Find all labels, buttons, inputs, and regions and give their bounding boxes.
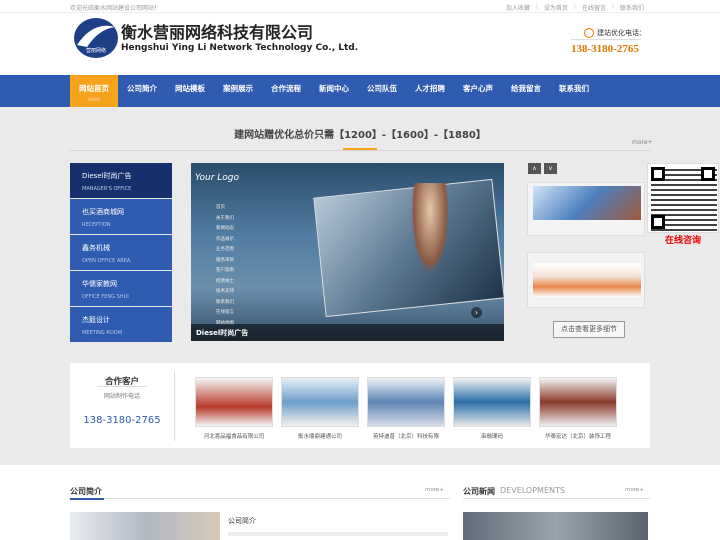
hotline-label: 建站优化电话： [597, 29, 646, 37]
nav-item-message[interactable]: 给我留言 [502, 75, 550, 107]
news-section-subtitle: DEVELOPMENTS [500, 486, 565, 495]
nav-item-testimonials[interactable]: 客户心声 [454, 75, 502, 107]
case-menu-item[interactable]: 鑫务机械 OPEN OFFICE AREA [70, 235, 172, 271]
slogan-divider [70, 150, 650, 151]
partner-item[interactable]: 河北喜品福食品有限公司 [195, 377, 273, 440]
slide-logo-text: Your Logo [195, 173, 240, 183]
banner-more-link[interactable]: more+ [632, 139, 653, 146]
slogan-underline [343, 148, 377, 150]
view-more-button[interactable]: 点击查看更多细节 [553, 321, 625, 338]
case-menu-item[interactable]: 也买酒商城网 RECEPTION [70, 199, 172, 235]
svg-text:营丽网络: 营丽网络 [86, 47, 106, 54]
hotline-phone: 138-3180-2765 [571, 43, 639, 55]
nav-item-process[interactable]: 合作流程 [262, 75, 310, 107]
case-menu-item[interactable]: Diesel时尚广告 MANAGER'S OFFICE [70, 163, 172, 199]
case-thumbnail[interactable] [527, 182, 645, 236]
slide-next-arrow-icon[interactable]: › [471, 307, 482, 318]
feature-slide[interactable]: Your Logo 首页 关于我们 新闻动态 作品展示 业务范围 服务项目 客户案例 招贤纳士… [191, 163, 504, 341]
news-image [463, 512, 648, 540]
chevron-up-icon[interactable]: ∧ [528, 163, 541, 174]
nav-item-team[interactable]: 公司队伍 [358, 75, 406, 107]
slide-menu-list: 首页 关于我们 新闻动态 作品展示 业务范围 服务项目 客户案例 招贤纳士 技术支持 联系我们 在线… [216, 205, 234, 326]
partners-section: 合作客户 网站制作电话 138-3180-2765 河北喜品福食品有限公司 衡水… [70, 363, 650, 448]
qr-consult-label[interactable]: 在线咨询 [647, 233, 719, 246]
case-menu-item[interactable]: 杰毅设计 MEETING ROOM [70, 307, 172, 343]
slide-person-image [411, 183, 449, 273]
qr-code [647, 163, 719, 233]
partner-item[interactable]: 华泰宏达（北京）装饰工程 [539, 377, 617, 440]
welcome-text: 欢迎光临衡水网站建设公司网站！ [70, 5, 161, 12]
about-image [70, 512, 220, 540]
case-menu-item[interactable]: 华儒家教网 OFFICE FENG SHUI [70, 271, 172, 307]
case-menu: Diesel时尚广告 MANAGER'S OFFICE 也买酒商城网 RECEPTI… [70, 163, 172, 343]
thumb-nav: ∧ ∨ [528, 163, 557, 174]
nav-item-cases[interactable]: 案例展示 [214, 75, 262, 107]
top-links: 加入收藏 | 设为首页 | 在线留言 | 联系我们 [500, 3, 650, 12]
slogan: 建网站赠优化总价只需【1200】-【1600】-【1880】 [234, 130, 486, 141]
set-homepage-link[interactable]: 设为首页 [538, 3, 574, 12]
company-logo[interactable]: 营丽网络 [73, 17, 119, 59]
main-nav: 网站首页 HOME 公司简介 网站模板 案例展示 合作流程 新闻中心 公司队伍 人… [0, 75, 720, 107]
chevron-down-icon[interactable]: ∨ [544, 163, 557, 174]
contact-us-link[interactable]: 联系我们 [614, 3, 650, 12]
top-bar: 欢迎光临衡水网站建设公司网站！ 加入收藏 | 设为首页 | 在线留言 | 联系我… [0, 0, 720, 13]
nav-item-about[interactable]: 公司简介 [118, 75, 166, 107]
partner-item[interactable]: 串融珊码 [453, 377, 531, 440]
news-more-link[interactable]: more+ [625, 487, 644, 493]
add-favorite-link[interactable]: 加入收藏 [500, 3, 536, 12]
case-thumbnail[interactable] [527, 252, 645, 308]
nav-item-home[interactable]: 网站首页 HOME [70, 75, 118, 107]
slide-photo [313, 178, 504, 318]
partner-item[interactable]: 英特迪普（北京）科技有限 [367, 377, 445, 440]
slide-caption: Diesel时尚广告 [191, 324, 504, 341]
phone-icon [584, 28, 594, 38]
nav-item-jobs[interactable]: 人才招聘 [406, 75, 454, 107]
partners-phone: 138-3180-2765 [83, 415, 161, 426]
about-section-title: 公司简介 [70, 487, 102, 496]
hotline-divider [571, 39, 641, 40]
company-name-cn: 衡水营丽网络科技有限公司 [121, 23, 314, 42]
about-more-link[interactable]: more+ [425, 487, 444, 493]
partners-subtitle: 网站制作电话 [103, 393, 140, 400]
about-heading: 公司简介 [228, 517, 256, 525]
online-message-link[interactable]: 在线留言 [576, 3, 612, 12]
nav-item-news[interactable]: 新闻中心 [310, 75, 358, 107]
partner-item[interactable]: 衡水顺鼎建通公司 [281, 377, 359, 440]
nav-item-templates[interactable]: 网站模板 [166, 75, 214, 107]
news-section-title: 公司新闻 [463, 487, 495, 496]
nav-item-contact[interactable]: 联系我们 [550, 75, 598, 107]
company-name-en: Hengshui Ying Li Network Technology Co.,… [121, 43, 359, 53]
